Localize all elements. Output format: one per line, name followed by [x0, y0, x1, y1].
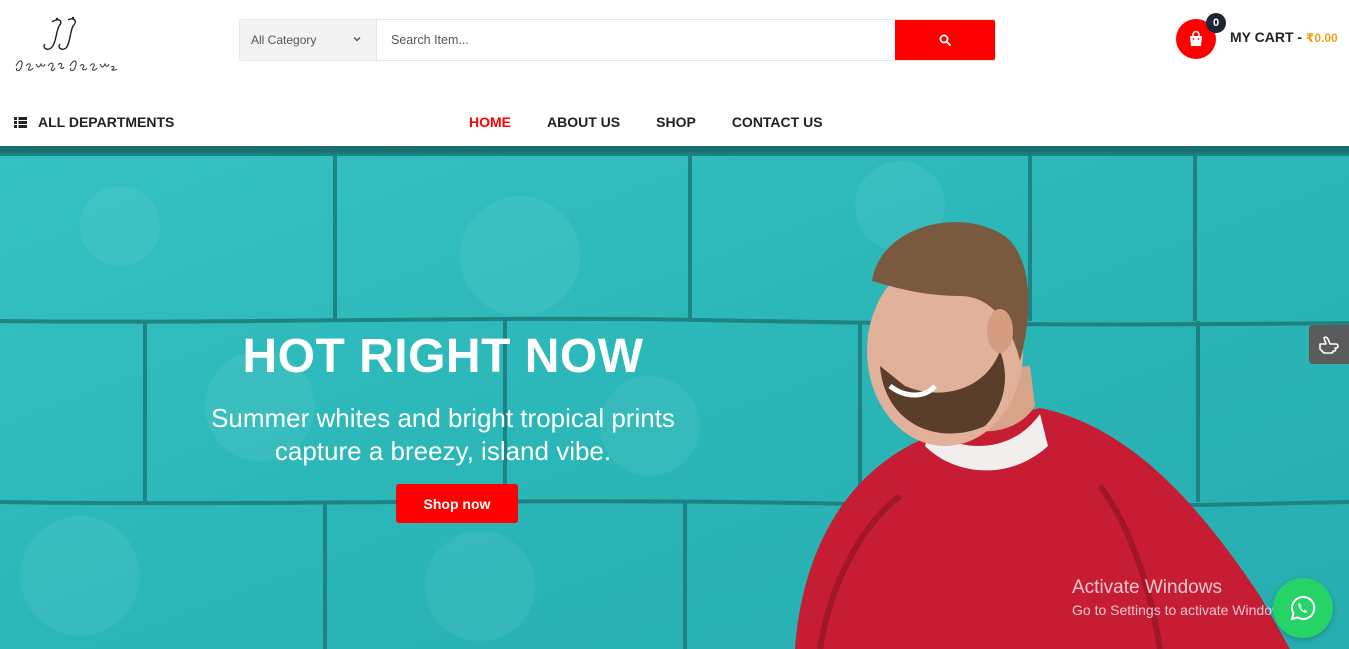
side-widget-tab[interactable]: [1309, 325, 1349, 364]
cart-label-text: MY CART -: [1230, 29, 1306, 45]
cart-amount: ₹0.00: [1305, 31, 1338, 45]
nav-item-shop[interactable]: SHOP: [656, 114, 696, 130]
hero-background-image: [0, 146, 1349, 649]
windows-activation-watermark: Activate Windows Go to Settings to activ…: [1072, 577, 1293, 618]
site-logo[interactable]: [12, 14, 122, 76]
all-departments-menu[interactable]: ALL DEPARTMENTS: [14, 114, 174, 130]
logo-graphic: [15, 16, 118, 72]
main-nav: HOME ABOUT US SHOP CONTACT US: [469, 114, 859, 130]
hero-title: HOT RIGHT NOW: [242, 330, 644, 383]
all-departments-label: ALL DEPARTMENTS: [38, 114, 175, 130]
shop-now-button[interactable]: Shop now: [396, 484, 518, 523]
hero-subtitle: Summer whites and bright tropical prints…: [0, 402, 886, 468]
hand-pointer-icon: [1319, 335, 1339, 354]
shopping-bag-icon: [1190, 30, 1202, 46]
category-select-value: All Category: [251, 33, 317, 47]
category-select[interactable]: All Category: [240, 20, 377, 60]
hero-banner: HOT RIGHT NOW Summer whites and bright t…: [0, 146, 1349, 649]
hero-subtitle-line-1: Summer whites and bright tropical prints: [211, 403, 675, 433]
list-icon: [14, 116, 27, 128]
chevron-down-icon: [353, 37, 361, 42]
hero-subtitle-line-2: capture a breezy, island vibe.: [274, 436, 612, 466]
site-header: All Category 0 MY CART - ₹0.00: [0, 0, 1349, 146]
cart-label[interactable]: MY CART - ₹0.00: [1230, 29, 1338, 45]
cart-widget[interactable]: 0 MY CART - ₹0.00: [1176, 13, 1338, 59]
search-button[interactable]: [895, 20, 995, 60]
whatsapp-icon: [1290, 595, 1316, 621]
nav-item-contact-us[interactable]: CONTACT US: [732, 114, 823, 130]
cart-button[interactable]: 0: [1176, 13, 1226, 59]
watermark-line-1: Activate Windows: [1072, 577, 1222, 598]
watermark-line-2: Go to Settings to activate Windows.: [1072, 602, 1293, 618]
nav-item-home[interactable]: HOME: [469, 114, 511, 130]
whatsapp-button[interactable]: [1273, 578, 1333, 638]
search-input[interactable]: [377, 20, 895, 60]
search-bar: All Category: [239, 19, 996, 61]
nav-item-about-us[interactable]: ABOUT US: [547, 114, 620, 130]
cart-count-badge: 0: [1206, 13, 1226, 33]
search-icon: [939, 34, 951, 46]
